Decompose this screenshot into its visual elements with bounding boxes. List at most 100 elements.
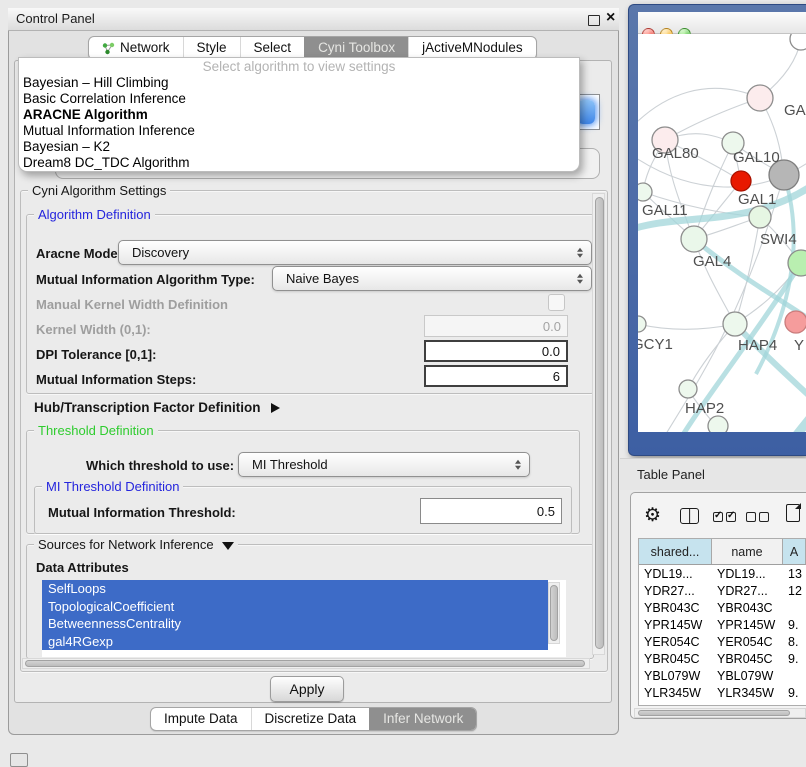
table-row[interactable]: YLR345WYLR345W9. [639,684,806,701]
table-cell: 9. [783,618,806,632]
expand-right-icon [271,403,280,413]
gear-icon[interactable]: ⚙ [644,506,661,525]
table-cell: YBR045C [639,652,712,666]
tab-network[interactable]: Network [89,37,183,59]
network-node[interactable] [679,380,697,398]
mi-steps-field[interactable]: 6 [424,365,568,387]
table-row[interactable]: YDR27...YDR27...12 [639,582,806,599]
unchecked-checkbox-icon[interactable] [746,512,756,522]
dropdown-item-mutual-information-inference[interactable]: Mutual Information Inference [19,123,579,139]
node-label-swi4: SWI4 [760,231,797,248]
node-label-gal4: GAL4 [693,253,731,270]
network-node[interactable] [790,34,806,50]
network-node[interactable] [731,171,751,191]
table-cell: YIL052C [712,703,783,707]
tab-cyni-toolbox[interactable]: Cyni Toolbox [304,37,408,59]
table-cell: YBL079W [639,669,712,683]
attribute-item-betweennesscentrality[interactable]: BetweennessCentrality [42,615,548,633]
network-node[interactable] [747,85,773,111]
dpi-tolerance-label: DPI Tolerance [0,1]: [36,347,156,362]
network-edge[interactable] [665,98,760,140]
network-edge[interactable] [694,239,735,324]
split-columns-icon[interactable] [680,508,699,524]
table-cell: 12 [783,584,806,598]
tab-label: Discretize Data [265,708,357,730]
apply-button[interactable]: Apply [270,676,344,702]
sources-title[interactable]: Sources for Network Inference [34,537,238,552]
table-panel-title: Table Panel [637,459,705,490]
dropdown-item-aracne-algorithm[interactable]: ARACNE Algorithm [19,107,579,123]
table-cell: YLR345W [712,686,783,700]
table-cell: YDR27... [712,584,783,598]
tab-jactivemnodules[interactable]: jActiveMNodules [408,37,536,59]
mi-threshold-label: Mutual Information Threshold: [48,505,236,520]
settings-vertical-scrollbar-thumb[interactable] [595,197,604,649]
attribute-item-selfloops[interactable]: SelfLoops [42,580,548,598]
tab-impute-data[interactable]: Impute Data [151,708,251,730]
dropdown-item-dream8-dc-tdc-algorithm[interactable]: Dream8 DC_TDC Algorithm [19,155,579,171]
kernel-width-field[interactable]: 0.0 [424,315,568,337]
unchecked-checkbox-icon[interactable] [759,512,769,522]
node-label-gal10: GAL10 [733,149,780,166]
tab-style[interactable]: Style [183,37,240,59]
tab-discretize-data[interactable]: Discretize Data [251,708,370,730]
table-cell: 9. [783,652,806,666]
dropdown-item-bayesian-hill-climbing[interactable]: Bayesian – Hill Climbing [19,75,579,91]
dropdown-placeholder: Select algorithm to view settings [19,59,579,75]
column-header-name[interactable]: name [712,539,783,564]
float-window-icon[interactable] [588,15,600,26]
network-edge[interactable] [638,324,735,329]
mi-algorithm-type-combobox[interactable]: Naive Bayes [272,266,592,291]
tab-label: Network [120,37,170,59]
hub-definition-label: Hub/Transcription Factor Definition [34,400,261,415]
tab-select[interactable]: Select [240,37,305,59]
node-label-gal: GAL [784,102,806,119]
control-panel-titlebar: Control Panel × [8,8,619,31]
manual-kernel-checkbox[interactable] [548,294,565,311]
network-node[interactable] [723,312,747,336]
table-horizontal-scrollbar-thumb[interactable] [638,710,790,716]
table-cell: YPR145W [712,618,783,632]
checked-checkbox-icon[interactable] [726,512,736,522]
network-node[interactable] [638,316,646,332]
aracne-mode-value: Discovery [132,245,189,260]
attribute-item-gal4rgexp[interactable]: gal4RGexp [42,633,548,651]
network-node[interactable] [708,416,728,432]
which-threshold-combobox[interactable]: MI Threshold [238,452,530,477]
sources-title-text: Sources for Network Inference [38,537,214,552]
settings-horizontal-scrollbar-thumb[interactable] [25,660,585,667]
table-cell: YBR043C [639,601,712,615]
attribute-list-scrollbar-thumb[interactable] [550,585,558,641]
hub-definition-expander[interactable]: Hub/Transcription Factor Definition [34,400,280,415]
minimized-window-icon[interactable] [10,753,28,767]
table-row[interactable]: YDL19...YDL19...13 [639,565,806,582]
attribute-item-topologicalcoefficient[interactable]: TopologicalCoefficient [42,598,548,616]
network-node[interactable] [638,183,652,201]
network-edge-highlighted[interactable] [773,389,806,432]
dpi-tolerance-field[interactable]: 0.0 [424,340,568,362]
network-canvas[interactable]: GALGAL80GAL10GAL1GAL11SWI4GAL4GCY1HAP4YH… [638,34,806,432]
checked-checkbox-icon[interactable] [713,512,723,522]
dropdown-item-basic-correlation-inference[interactable]: Basic Correlation Inference [19,91,579,107]
close-icon[interactable]: × [606,9,615,27]
tab-label: Impute Data [164,708,238,730]
table-row[interactable]: YBR045CYBR045C9. [639,650,806,667]
aracne-mode-combobox[interactable]: Discovery [118,240,592,265]
column-header-a[interactable]: A [783,539,806,564]
updown-arrows-icon [577,273,583,284]
network-node[interactable] [785,311,806,333]
mi-threshold-field[interactable]: 0.5 [420,498,562,524]
network-node[interactable] [749,206,771,228]
collapse-down-icon [222,542,234,550]
new-table-icon[interactable] [786,504,800,522]
mi-steps-label: Mutual Information Steps: [36,372,196,387]
network-node[interactable] [681,226,707,252]
table-row[interactable]: YPR145WYPR145W9. [639,616,806,633]
column-header-shared[interactable]: shared... [639,539,712,564]
table-row[interactable]: YBR043CYBR043C [639,599,806,616]
tab-infer-network[interactable]: Infer Network [369,708,476,730]
table-row[interactable]: YBL079WYBL079W [639,667,806,684]
table-row[interactable]: YER054CYER054C8. [639,633,806,650]
table-row[interactable]: YIL052CYIL052C9. [639,701,806,706]
dropdown-item-bayesian-k2[interactable]: Bayesian – K2 [19,139,579,155]
